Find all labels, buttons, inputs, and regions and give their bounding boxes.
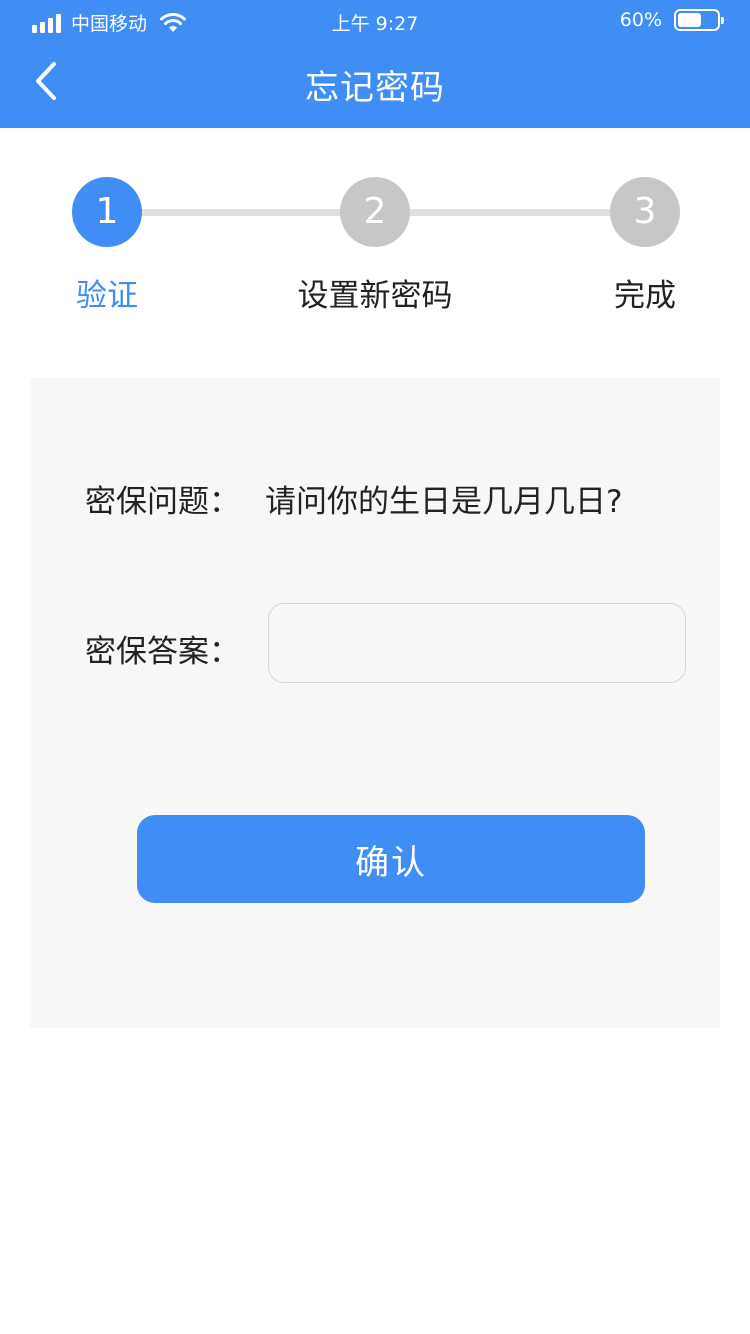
battery-icon: [674, 9, 724, 31]
step-3-circle: 3: [610, 177, 680, 247]
status-right: 60%: [619, 9, 724, 31]
status-bar: 中国移动 上午 9:27 60%: [0, 0, 750, 42]
answer-input[interactable]: [268, 603, 686, 683]
step-3-label: 完成: [614, 278, 676, 314]
question-text: 请问你的生日是几月几日?: [265, 484, 623, 520]
question-label: 密保问题：: [85, 484, 240, 520]
step-2-label: 设置新密码: [297, 278, 453, 314]
progress-stepper: 1 2 3 验证 设置新密码 完成: [0, 128, 750, 328]
step-connector: [408, 209, 614, 216]
battery-percent: 60%: [619, 9, 662, 31]
step-2-circle: 2: [340, 177, 410, 247]
security-question-card: 密保问题： 请问你的生日是几月几日? 密保答案： 确认: [30, 378, 720, 1028]
step-1-circle: 1: [72, 177, 142, 247]
page-title: 忘记密码: [305, 68, 445, 108]
confirm-button[interactable]: 确认: [137, 815, 645, 903]
step-1-label: 验证: [76, 278, 138, 314]
answer-label: 密保答案：: [85, 634, 240, 670]
battery-fill: [678, 13, 701, 27]
step-connector: [140, 209, 344, 216]
header-bar: 中国移动 上午 9:27 60% 忘记密码: [0, 0, 750, 128]
